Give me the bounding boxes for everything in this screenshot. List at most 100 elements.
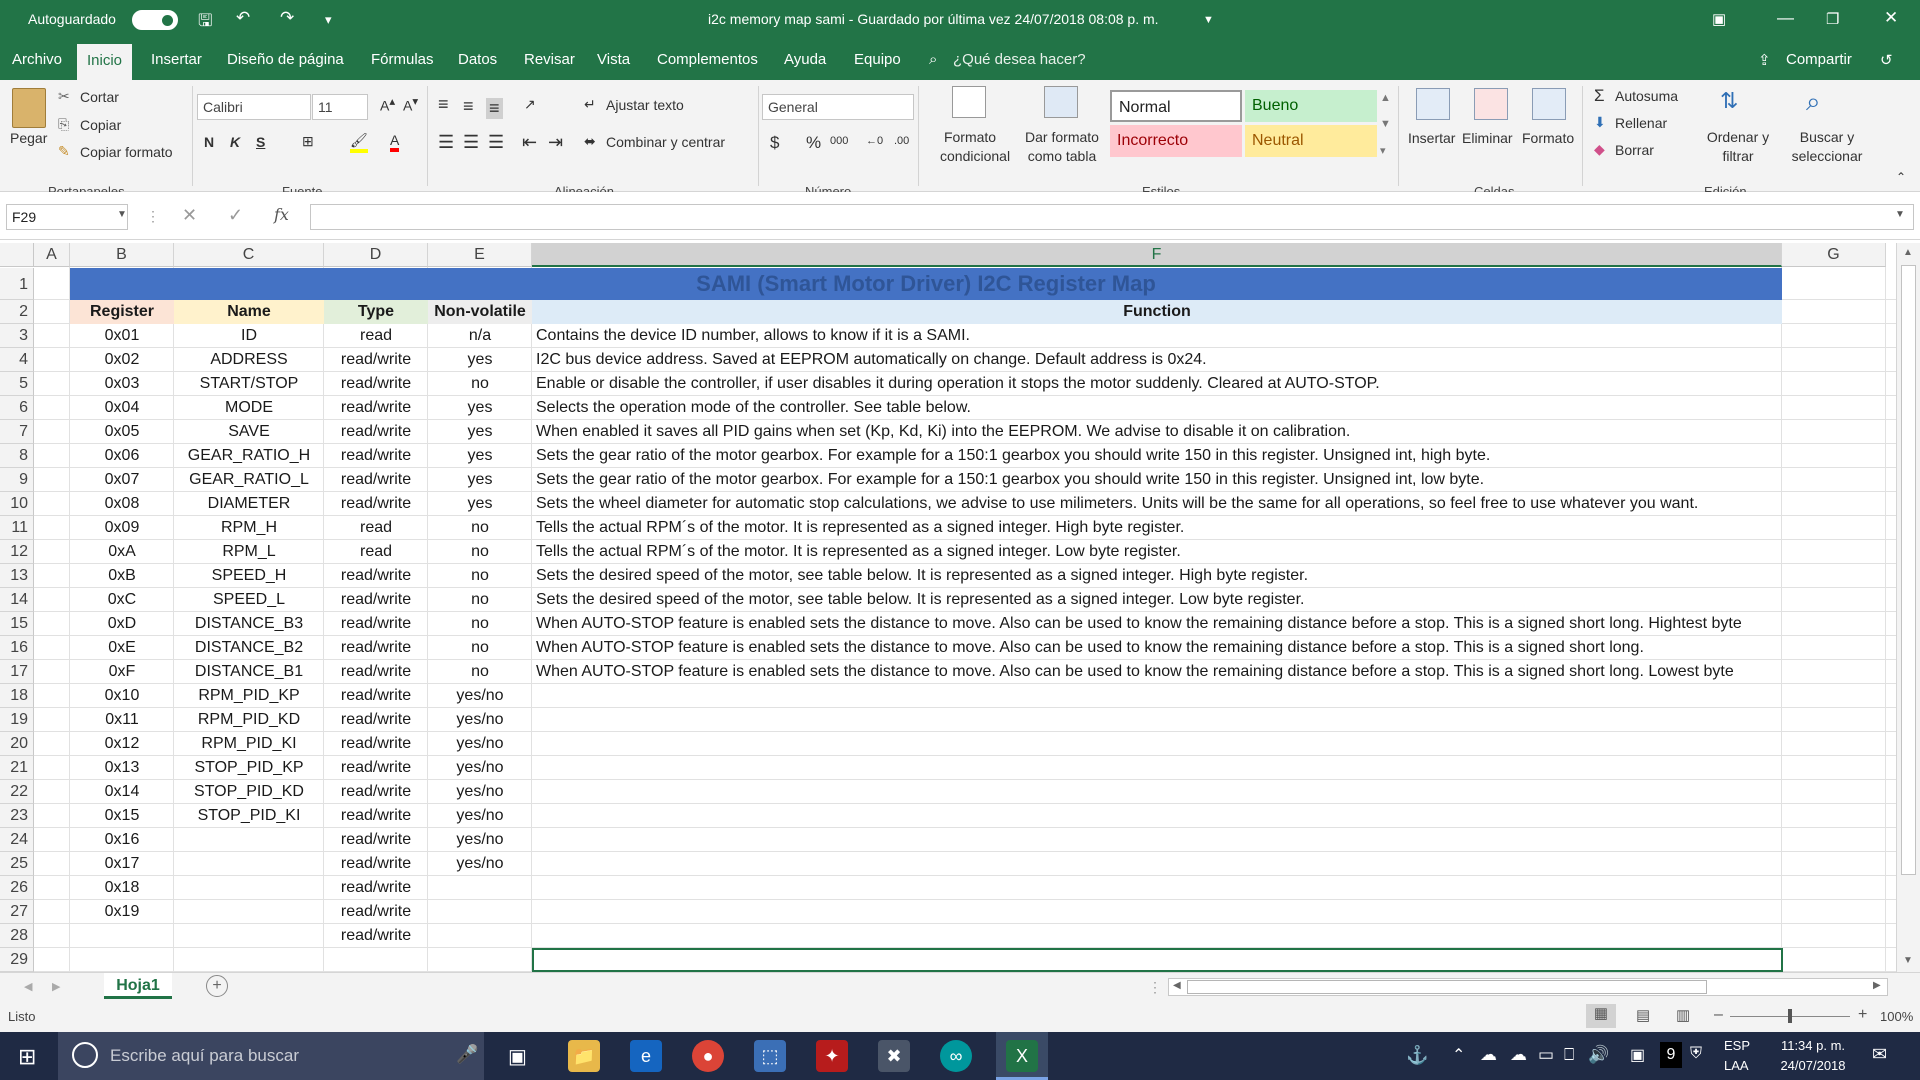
column-header[interactable]: C — [174, 243, 324, 267]
active-cell[interactable] — [532, 948, 1783, 972]
tab-inicio[interactable]: Inicio — [77, 44, 133, 80]
tab-equipo[interactable]: Equipo — [854, 51, 901, 68]
number-format-select[interactable]: General — [762, 94, 914, 120]
register-cell[interactable] — [70, 948, 174, 972]
tray-badge[interactable]: 9 — [1660, 1042, 1682, 1068]
row-header[interactable]: 26 — [0, 876, 34, 900]
normal-view-icon[interactable]: ▦ — [1586, 1004, 1616, 1028]
function-cell[interactable] — [532, 780, 1782, 804]
name-cell[interactable] — [174, 876, 324, 900]
style-good[interactable]: Bueno — [1245, 90, 1377, 122]
register-cell[interactable]: 0xB — [70, 564, 174, 588]
type-cell[interactable] — [324, 948, 428, 972]
non-volatile-cell[interactable]: yes — [428, 396, 532, 420]
increase-decimal-icon[interactable]: ←0 — [866, 135, 883, 147]
non-volatile-cell[interactable] — [428, 924, 532, 948]
type-cell[interactable]: read/write — [324, 828, 428, 852]
name-cell[interactable] — [174, 900, 324, 924]
name-cell[interactable]: ADDRESS — [174, 348, 324, 372]
network-app-icon[interactable]: ⬚ — [754, 1040, 786, 1072]
name-cell[interactable]: ID — [174, 324, 324, 348]
type-cell[interactable]: read/write — [324, 924, 428, 948]
name-cell[interactable]: STOP_PID_KI — [174, 804, 324, 828]
type-cell[interactable]: read/write — [324, 636, 428, 660]
tab-ayuda[interactable]: Ayuda — [784, 51, 826, 68]
row-header[interactable]: 18 — [0, 684, 34, 708]
type-cell[interactable]: read/write — [324, 372, 428, 396]
share-button[interactable]: Compartir — [1786, 51, 1852, 68]
align-center-icon[interactable]: ☰ — [463, 132, 479, 153]
format-cells-icon[interactable] — [1532, 88, 1566, 120]
scroll-right-icon[interactable]: ▶ — [1873, 980, 1881, 991]
zoom-level[interactable]: 100% — [1880, 1009, 1913, 1024]
tab-revisar[interactable]: Revisar — [524, 51, 575, 68]
non-volatile-cell[interactable]: yes/no — [428, 852, 532, 876]
name-cell[interactable]: MODE — [174, 396, 324, 420]
register-cell[interactable]: 0x12 — [70, 732, 174, 756]
style-neutral[interactable]: Neutral — [1245, 125, 1377, 157]
enter-icon[interactable]: ✓ — [228, 205, 243, 226]
function-cell[interactable]: Sets the gear ratio of the motor gearbox… — [532, 444, 1782, 468]
row-header[interactable]: 7 — [0, 420, 34, 444]
name-cell[interactable]: RPM_PID_KD — [174, 708, 324, 732]
function-cell[interactable]: Sets the wheel diameter for automatic st… — [532, 492, 1782, 516]
non-volatile-cell[interactable]: no — [428, 540, 532, 564]
row-header[interactable]: 13 — [0, 564, 34, 588]
h-scroll-thumb[interactable] — [1187, 980, 1707, 994]
page-layout-icon[interactable]: ▤ — [1636, 1006, 1650, 1024]
excel-taskbar-active[interactable]: X — [996, 1032, 1048, 1080]
paste-icon[interactable] — [12, 88, 46, 128]
battery-icon[interactable]: ▭ — [1538, 1045, 1554, 1065]
name-cell[interactable]: START/STOP — [174, 372, 324, 396]
style-bad[interactable]: Incorrecto — [1110, 125, 1242, 157]
non-volatile-cell[interactable]: no — [428, 636, 532, 660]
row-header[interactable]: 23 — [0, 804, 34, 828]
function-cell[interactable] — [532, 708, 1782, 732]
cancel-icon[interactable]: ✕ — [182, 205, 197, 226]
tab-splitter-icon[interactable]: ⋮ — [1148, 979, 1162, 996]
register-cell[interactable] — [70, 924, 174, 948]
conditional-format-icon[interactable] — [952, 86, 986, 118]
task-view-icon[interactable]: ▣ — [508, 1044, 527, 1069]
network-icon[interactable]: ⎕ — [1564, 1045, 1574, 1065]
type-cell[interactable]: read/write — [324, 396, 428, 420]
non-volatile-cell[interactable]: yes/no — [428, 780, 532, 804]
orientation-icon[interactable]: ↗ — [524, 96, 536, 113]
collapse-ribbon-icon[interactable]: ⌃ — [1896, 170, 1906, 184]
non-volatile-cell[interactable]: no — [428, 660, 532, 684]
type-cell[interactable]: read/write — [324, 492, 428, 516]
name-cell[interactable]: SPEED_H — [174, 564, 324, 588]
type-cell[interactable]: read/write — [324, 420, 428, 444]
type-cell[interactable]: read/write — [324, 444, 428, 468]
register-cell[interactable]: 0x11 — [70, 708, 174, 732]
function-cell[interactable]: When AUTO-STOP feature is enabled sets t… — [532, 636, 1782, 660]
name-box[interactable]: F29 — [6, 204, 128, 230]
delete-cells-button[interactable]: Eliminar — [1462, 130, 1513, 146]
align-bottom-icon[interactable]: ≡ — [486, 98, 503, 119]
name-cell[interactable]: GEAR_RATIO_L — [174, 468, 324, 492]
insert-cells-button[interactable]: Insertar — [1408, 130, 1455, 146]
name-cell[interactable]: GEAR_RATIO_H — [174, 444, 324, 468]
register-cell[interactable]: 0xC — [70, 588, 174, 612]
vertical-scrollbar[interactable]: ▲ ▼ — [1896, 243, 1920, 972]
row-header[interactable]: 14 — [0, 588, 34, 612]
clear-button[interactable]: Borrar — [1615, 142, 1654, 158]
merge-center-button[interactable]: Combinar y centrar — [606, 134, 725, 150]
function-cell[interactable] — [532, 732, 1782, 756]
name-cell[interactable]: STOP_PID_KP — [174, 756, 324, 780]
register-cell[interactable]: 0x17 — [70, 852, 174, 876]
increase-font-icon[interactable]: A▴ — [380, 94, 395, 114]
row-header[interactable]: 2 — [0, 300, 34, 324]
paste-button[interactable]: Pegar — [10, 130, 47, 146]
row-header[interactable]: 6 — [0, 396, 34, 420]
zoom-slider-thumb[interactable] — [1788, 1009, 1792, 1023]
row-header[interactable]: 22 — [0, 780, 34, 804]
register-cell[interactable]: 0x09 — [70, 516, 174, 540]
name-cell[interactable]: STOP_PID_KD — [174, 780, 324, 804]
row-header[interactable]: 11 — [0, 516, 34, 540]
row-header[interactable]: 12 — [0, 540, 34, 564]
customize-toolbar-icon[interactable]: ▾ — [325, 12, 332, 28]
register-cell[interactable]: 0x06 — [70, 444, 174, 468]
type-cell[interactable]: read/write — [324, 684, 428, 708]
row-header[interactable]: 1 — [0, 268, 34, 300]
